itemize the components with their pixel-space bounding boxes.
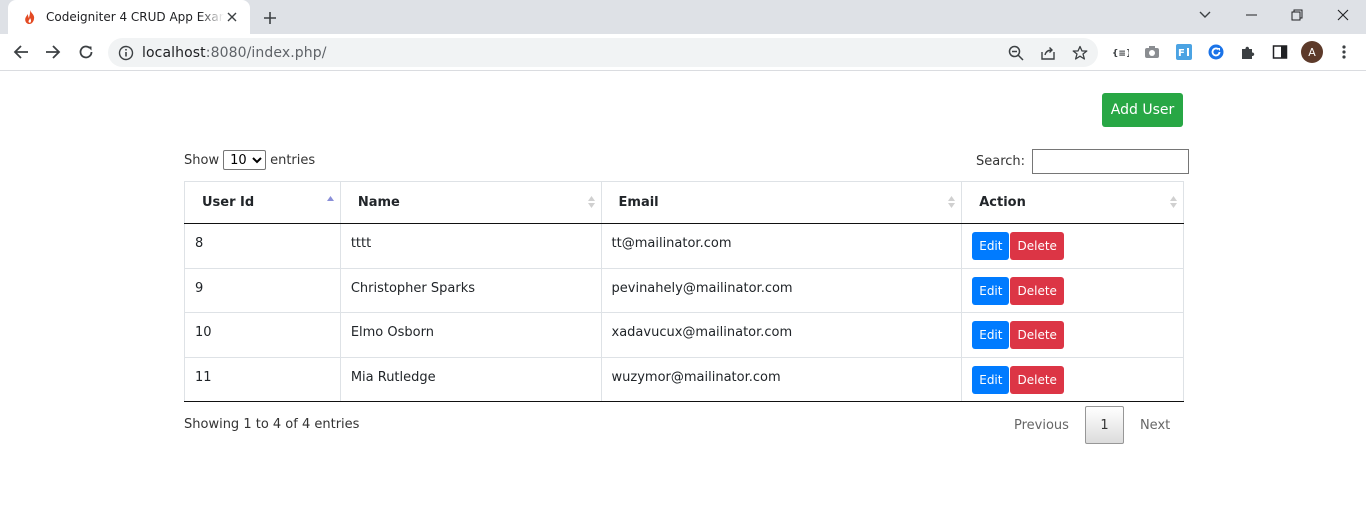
tab-title: Codeigniter 4 CRUD App Example xyxy=(46,10,224,24)
cell-name: Elmo Osborn xyxy=(339,312,602,358)
svg-text:F: F xyxy=(1178,48,1185,59)
column-header-user-id[interactable]: User Id xyxy=(184,181,341,224)
column-header-name[interactable]: Name xyxy=(339,181,602,224)
browser-tab[interactable]: Codeigniter 4 CRUD App Example xyxy=(8,0,250,34)
camera-extension-icon[interactable] xyxy=(1142,42,1162,62)
bookmark-star-icon[interactable] xyxy=(1070,43,1090,63)
site-info-icon[interactable] xyxy=(118,45,134,61)
column-header-label: User Id xyxy=(202,195,255,210)
back-arrow-icon[interactable] xyxy=(7,38,35,66)
edit-button[interactable]: Edit xyxy=(972,321,1010,349)
table-row: 11 Mia Rutledge wuzymor@mailinator.com E… xyxy=(184,356,1184,402)
cell-actions: Edit Delete xyxy=(961,312,1184,358)
entries-label: entries xyxy=(270,152,316,168)
cell-user-id: 11 xyxy=(184,356,341,402)
table-info: Showing 1 to 4 of 4 entries xyxy=(184,417,360,432)
sort-both-icon xyxy=(587,196,595,208)
show-label: Show xyxy=(184,152,220,168)
delete-button[interactable]: Delete xyxy=(1010,276,1064,305)
table-row: 10 Elmo Osborn xadavucux@mailinator.com … xyxy=(184,312,1184,358)
search-input[interactable] xyxy=(1032,149,1190,174)
cell-name: tttt xyxy=(339,223,602,269)
reload-icon[interactable] xyxy=(72,38,100,66)
new-tab-icon[interactable] xyxy=(258,8,282,28)
cell-actions: Edit Delete xyxy=(961,223,1184,269)
browser-toolbar: localhost:8080/index.php/ {≡} F A xyxy=(0,34,1366,71)
delete-button[interactable]: Delete xyxy=(1010,232,1064,260)
cell-user-id: 9 xyxy=(184,267,341,313)
refresh-extension-icon[interactable] xyxy=(1206,42,1226,62)
column-header-action[interactable]: Action xyxy=(961,181,1184,224)
zoom-out-icon[interactable] xyxy=(1006,43,1026,63)
next-page-button[interactable]: Next xyxy=(1126,418,1184,433)
sort-ascending-icon xyxy=(326,196,334,201)
search-control: Search: xyxy=(976,149,1190,174)
add-user-button[interactable]: Add User xyxy=(1102,93,1183,127)
side-panel-icon[interactable] xyxy=(1270,42,1290,62)
close-window-icon[interactable] xyxy=(1320,0,1366,30)
previous-page-button[interactable]: Previous xyxy=(1000,418,1083,433)
sort-both-icon xyxy=(1170,196,1177,208)
cell-name: Christopher Sparks xyxy=(339,267,602,313)
delete-button[interactable]: Delete xyxy=(1010,365,1064,394)
url-text: localhost:8080/index.php/ xyxy=(142,45,327,61)
cell-email: xadavucux@mailinator.com xyxy=(600,312,963,358)
json-extension-icon[interactable]: {≡} xyxy=(1110,42,1130,62)
cell-actions: Edit Delete xyxy=(961,356,1184,402)
table-row: 9 Christopher Sparks pevinahely@mailinat… xyxy=(184,267,1184,313)
edit-button[interactable]: Edit xyxy=(972,232,1010,260)
edit-button[interactable]: Edit xyxy=(972,276,1010,305)
address-bar[interactable]: localhost:8080/index.php/ xyxy=(108,38,1098,67)
entries-length-control: Show 10 entries xyxy=(184,150,315,170)
entries-per-page-select[interactable]: 10 xyxy=(223,150,267,170)
users-table: User Id Name Email Action 8 tttt tt@mail… xyxy=(184,181,1184,402)
column-header-email[interactable]: Email xyxy=(600,181,963,224)
search-label: Search: xyxy=(976,154,1026,169)
cell-email: pevinahely@mailinator.com xyxy=(600,267,963,313)
cell-name: Mia Rutledge xyxy=(339,356,602,402)
cell-email: wuzymor@mailinator.com xyxy=(600,356,963,402)
url-host: localhost xyxy=(142,45,206,61)
delete-button[interactable]: Delete xyxy=(1010,321,1064,349)
puzzle-extensions-icon[interactable] xyxy=(1238,42,1258,62)
flame-favicon-icon xyxy=(22,9,38,25)
svg-text:{≡}: {≡} xyxy=(1112,49,1129,58)
close-tab-icon[interactable] xyxy=(224,9,240,25)
table-header-row: User Id Name Email Action xyxy=(184,181,1184,224)
cell-user-id: 10 xyxy=(184,312,341,358)
tab-strip: Codeigniter 4 CRUD App Example xyxy=(0,0,1366,34)
pagination: Previous 1 Next xyxy=(1000,406,1184,444)
column-header-label: Name xyxy=(357,195,400,210)
fi-extension-icon[interactable]: F xyxy=(1174,42,1194,62)
restore-icon[interactable] xyxy=(1274,0,1320,30)
column-header-label: Email xyxy=(618,195,659,210)
kebab-menu-icon[interactable] xyxy=(1334,42,1354,62)
cell-email: tt@mailinator.com xyxy=(600,223,963,269)
minimize-icon[interactable] xyxy=(1228,0,1274,30)
sort-both-icon xyxy=(948,196,956,208)
url-path: :8080/index.php/ xyxy=(205,45,327,61)
profile-avatar[interactable]: A xyxy=(1301,41,1323,63)
column-header-label: Action xyxy=(979,195,1026,210)
page-1-button[interactable]: 1 xyxy=(1084,406,1124,444)
tab-search-chevron-icon[interactable] xyxy=(1182,0,1228,30)
edit-button[interactable]: Edit xyxy=(972,365,1010,394)
cell-actions: Edit Delete xyxy=(961,267,1184,313)
forward-arrow-icon[interactable] xyxy=(39,38,67,66)
cell-user-id: 8 xyxy=(184,223,341,269)
share-icon[interactable] xyxy=(1038,43,1058,63)
table-row: 8 tttt tt@mailinator.com Edit Delete xyxy=(184,223,1184,269)
